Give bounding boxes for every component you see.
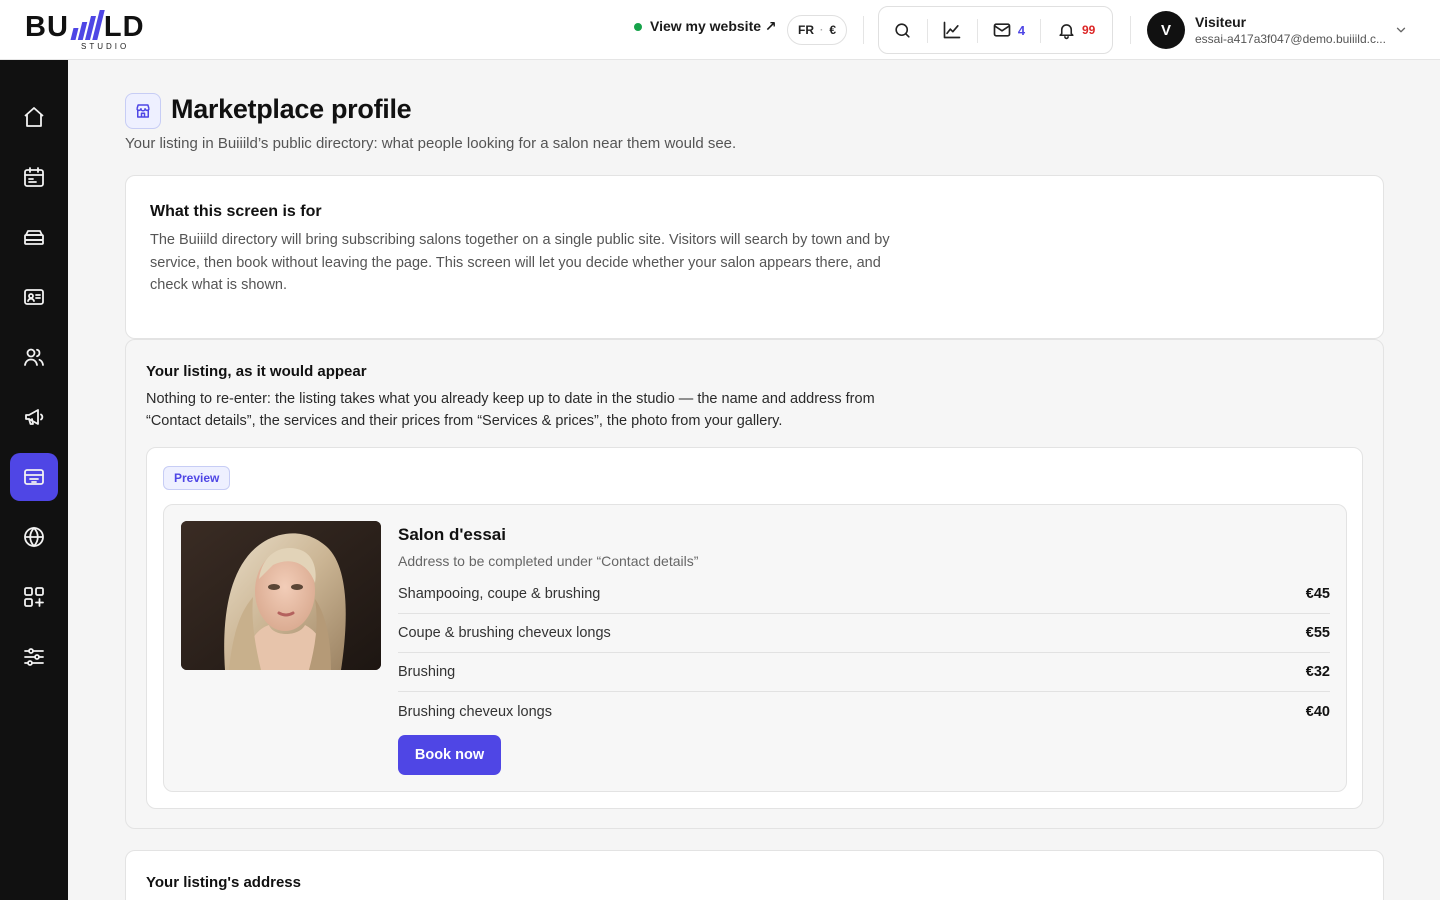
listing-card-body: Nothing to re-enter: the listing takes w…	[146, 391, 875, 429]
service-price: €45	[1305, 586, 1330, 602]
id-card-icon	[24, 289, 44, 305]
sidebar-item-apps[interactable]	[10, 573, 58, 621]
user-name: Visiteur	[1195, 14, 1247, 30]
listing-card-title: Your listing, as it would appear	[146, 363, 367, 380]
salon-name: Salon d'essai	[398, 525, 506, 544]
sidebar-item-home[interactable]	[10, 93, 58, 141]
store-icon	[125, 93, 161, 129]
header-divider	[863, 16, 864, 44]
search-icon	[895, 22, 911, 38]
sidebar-item-marketplace[interactable]	[10, 453, 58, 501]
list-item: Coupe & brushing cheveux longs €55	[398, 614, 1330, 653]
service-name: Shampooing, coupe & brushing	[398, 586, 601, 602]
info-card-title: What this screen is for	[150, 203, 322, 220]
view-website-label: View my website ↗	[650, 18, 777, 34]
language-code: FR	[798, 23, 814, 37]
sidebar	[0, 60, 68, 900]
globe-icon	[24, 526, 44, 548]
logo-text-prefix: BU	[25, 11, 69, 43]
sidebar-item-services[interactable]	[10, 213, 58, 261]
page-subtitle: Your listing in Buiiild’s public directo…	[125, 135, 737, 152]
sidebar-item-contacts[interactable]	[10, 273, 58, 321]
storefront-card-icon	[24, 469, 44, 485]
listing-preview: Preview Salon d'essai Address to be comp…	[146, 447, 1363, 809]
service-name: Coupe & brushing cheveux longs	[398, 625, 611, 641]
sidebar-item-team[interactable]	[10, 333, 58, 381]
sidebar-item-calendar[interactable]	[10, 153, 58, 201]
user-email: essai-a417a3f047@demo.buiiild.c...	[1195, 32, 1386, 46]
mail-icon	[993, 23, 1011, 37]
language-currency-selector[interactable]: FR · €	[787, 15, 848, 45]
brand-logo[interactable]: BU LD STUDIO	[25, 8, 185, 52]
lang-separator: ·	[820, 24, 824, 36]
service-name: Brushing	[398, 664, 456, 680]
logo-bars-icon	[70, 10, 105, 40]
chart-line-icon	[943, 21, 961, 39]
view-website-link[interactable]: View my website ↗	[634, 18, 777, 35]
online-status-dot	[634, 22, 642, 31]
sidebar-item-marketing[interactable]	[10, 393, 58, 441]
service-price: €40	[1305, 703, 1330, 720]
chevron-down-icon[interactable]	[1394, 23, 1408, 37]
header-toolbar: 4 99	[878, 6, 1113, 54]
logo-text-suffix: LD	[103, 11, 145, 43]
list-item: Brushing cheveux longs €40	[398, 692, 1330, 731]
sidebar-item-settings[interactable]	[10, 633, 58, 681]
service-price: €32	[1305, 664, 1330, 680]
page-title: Marketplace profile	[171, 94, 412, 124]
top-bar: BU LD STUDIO View my website ↗ FR · € 4 …	[0, 0, 1440, 60]
main-content: Marketplace profile Your listing in Buii…	[68, 60, 1440, 900]
preview-badge: Preview	[163, 466, 231, 490]
sidebar-item-website[interactable]	[10, 513, 58, 561]
stack-icon	[24, 230, 44, 245]
sliders-icon	[24, 648, 44, 666]
salon-photo	[181, 521, 381, 670]
user-menu[interactable]: V Visiteur essai-a417a3f047@demo.buiiild…	[1147, 11, 1386, 49]
list-item: Shampooing, coupe & brushing €45	[398, 575, 1330, 614]
info-card-body: The Buiiild directory will bring subscri…	[150, 232, 890, 293]
listing-card: Your listing, as it would appear Nothing…	[125, 339, 1384, 829]
search-button[interactable]	[879, 7, 927, 53]
calendar-icon	[24, 167, 44, 187]
address-card-title: Your listing's address	[146, 874, 301, 891]
info-card: What this screen is for The Buiiild dire…	[125, 175, 1384, 339]
services-list: Shampooing, coupe & brushing €45 Coupe &…	[398, 575, 1330, 731]
users-icon	[24, 348, 44, 366]
home-icon	[24, 107, 44, 127]
book-now-button[interactable]: Book now	[398, 735, 501, 775]
stats-button[interactable]	[926, 7, 977, 53]
currency-symbol: €	[829, 23, 837, 37]
service-price: €55	[1305, 625, 1330, 641]
salon-card: Salon d'essai Address to be completed un…	[163, 504, 1347, 792]
messages-button[interactable]: 4	[976, 7, 1041, 53]
avatar: V	[1147, 11, 1185, 49]
service-name: Brushing cheveux longs	[398, 703, 552, 720]
header-divider	[1130, 16, 1131, 44]
list-item: Brushing €32	[398, 653, 1330, 692]
notifications-count: 99	[1081, 23, 1096, 37]
messages-count: 4	[1017, 22, 1026, 38]
apps-plus-icon	[24, 587, 44, 607]
notifications-button[interactable]: 99	[1040, 7, 1112, 53]
logo-subtitle: STUDIO	[81, 42, 130, 51]
megaphone-icon	[25, 409, 44, 425]
bell-icon	[1059, 23, 1074, 39]
address-card: Your listing's address	[125, 850, 1384, 900]
salon-address: Address to be completed under “Contact d…	[398, 553, 699, 569]
